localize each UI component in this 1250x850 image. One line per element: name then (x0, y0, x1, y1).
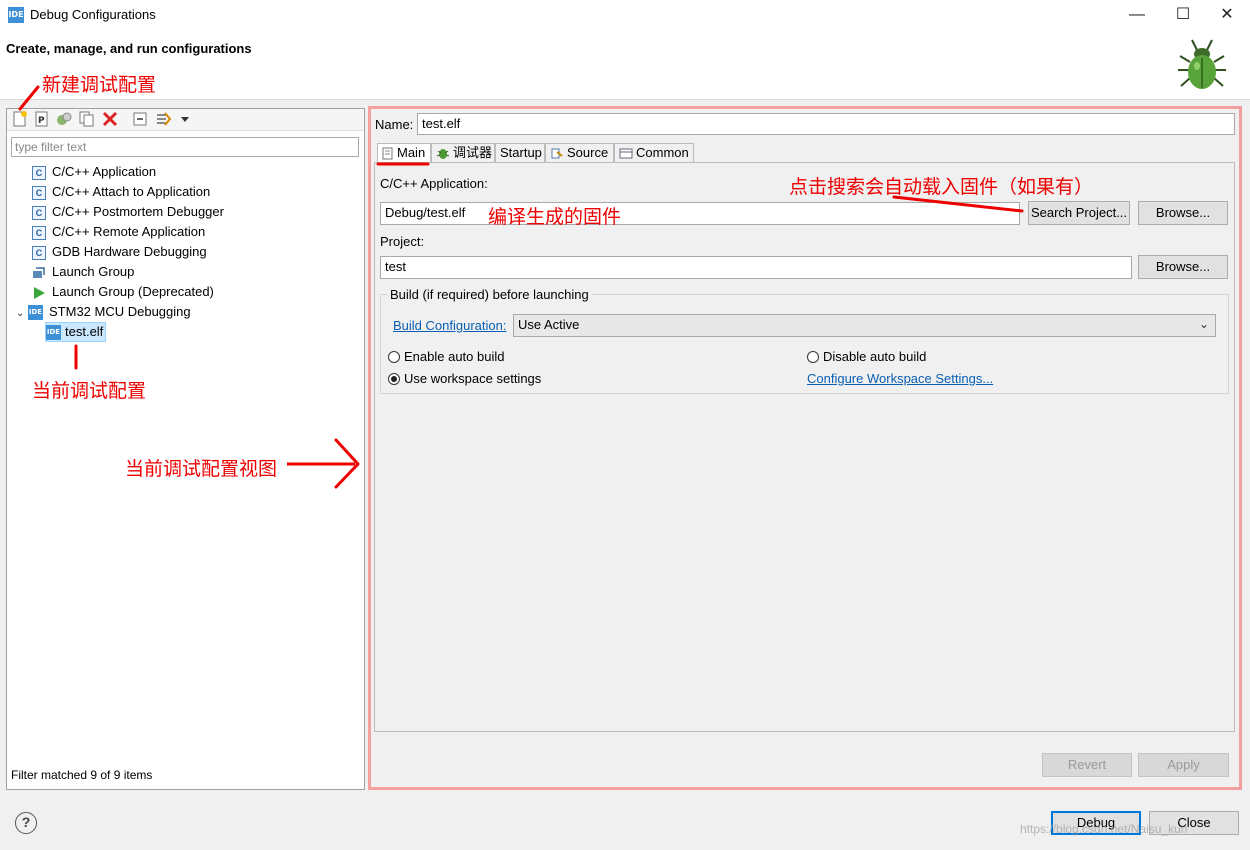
annotation-overlay (18, 85, 1024, 489)
annotation-new-config: 新建调试配置 (42, 74, 157, 96)
annotation-search-hint: 点击搜索会自动载入固件（如果有） (789, 176, 1094, 198)
annotation-compiled-firmware: 编译生成的固件 (488, 206, 622, 228)
annotation-current-config: 当前调试配置 (32, 380, 147, 402)
search-hint-pointer (892, 195, 1024, 213)
new-config-pointer (18, 85, 40, 111)
annotation-current-view: 当前调试配置视图 (125, 458, 278, 480)
watermark: https://blog.csdn.net/Naisu_kun (1020, 822, 1188, 836)
